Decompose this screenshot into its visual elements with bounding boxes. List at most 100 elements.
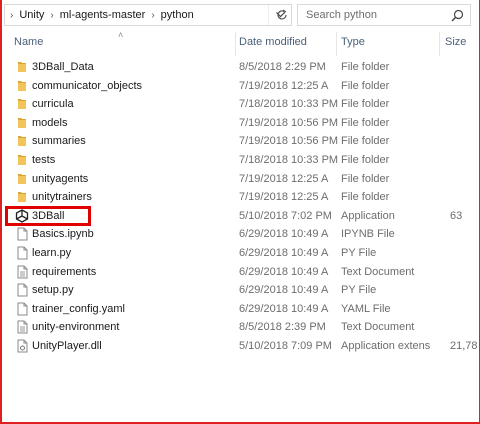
file-name: unitytrainers (32, 191, 92, 204)
text-file-icon (15, 320, 29, 334)
folder-icon (15, 134, 29, 148)
column-divider[interactable] (235, 32, 236, 56)
file-date-modified: 7/19/2018 10:56 PM (239, 116, 339, 129)
address-bar[interactable]: › Unity › ml-agents-master › python (4, 4, 292, 26)
file-date-modified: 7/19/2018 12:25 A (239, 79, 329, 92)
file-row[interactable]: learn.py 6/29/2018 10:49 A PY File (0, 244, 480, 263)
file-name: requirements (32, 265, 97, 278)
file-row[interactable]: 3DBall_Data 8/5/2018 2:29 PM File folder (0, 58, 480, 77)
chevron-right-icon[interactable]: › (44, 10, 59, 21)
file-row[interactable]: UnityPlayer.dll 5/10/2018 7:09 PM Applicat… (0, 337, 480, 356)
dll-file-icon (15, 339, 29, 353)
file-type: File folder (341, 79, 390, 92)
breadcrumb-item-python[interactable]: python (161, 9, 194, 21)
folder-icon (15, 116, 29, 130)
search-input[interactable] (304, 8, 448, 22)
file-date-modified: 6/29/2018 10:49 A (239, 246, 329, 259)
search-box[interactable] (297, 4, 471, 26)
file-row[interactable]: summaries 7/19/2018 10:56 PM File folder (0, 132, 480, 151)
breadcrumb: Unity › ml-agents-master › python (13, 5, 193, 25)
file-name: setup.py (32, 284, 74, 297)
file-name: unity-environment (32, 321, 120, 334)
file-date-modified: 6/29/2018 10:49 A (239, 228, 329, 241)
file-date-modified: 8/5/2018 2:29 PM (239, 61, 326, 73)
file-type: YAML File (341, 302, 391, 315)
sort-ascending-icon: ˄ (118, 30, 124, 40)
breadcrumb-item-unity[interactable]: Unity (13, 9, 44, 21)
file-date-modified: 6/29/2018 10:49 A (239, 265, 329, 278)
file-name: unityagents (32, 172, 89, 185)
column-header-row: ˄ Name Date modified Type Size (0, 30, 480, 58)
search-icon[interactable] (451, 9, 464, 25)
file-type: File folder (341, 191, 390, 204)
file-name: trainer_config.yaml (32, 302, 125, 315)
text-file-icon (15, 265, 29, 279)
file-date-modified: 7/18/2018 10:33 PM (239, 98, 339, 111)
file-type: File folder (341, 153, 390, 166)
column-divider[interactable] (336, 32, 337, 56)
file-date-modified: 6/29/2018 10:49 A (239, 302, 329, 315)
chevron-right-icon[interactable]: › (5, 10, 13, 21)
file-name: summaries (32, 135, 86, 148)
file-row[interactable]: 3DBall 5/10/2018 7:02 PM Application 63 (0, 207, 480, 226)
file-date-modified: 7/19/2018 12:25 A (239, 172, 329, 185)
file-date-modified: 7/19/2018 10:56 PM (239, 135, 339, 148)
file-size: 21,78 (450, 339, 478, 352)
breadcrumb-item-ml-agents-master[interactable]: ml-agents-master (60, 9, 146, 21)
file-date-modified: 8/5/2018 2:39 PM (239, 321, 326, 334)
file-type: Application (341, 209, 395, 222)
file-date-modified: 6/29/2018 10:49 A (239, 284, 329, 297)
file-date-modified: 7/18/2018 10:33 PM (239, 153, 339, 166)
file-size: 63 (450, 209, 463, 222)
file-row[interactable]: trainer_config.yaml 6/29/2018 10:49 A YAML… (0, 300, 480, 319)
column-header-name[interactable]: Name (14, 36, 43, 48)
column-header-type[interactable]: Type (341, 36, 365, 48)
file-date-modified: 7/19/2018 12:25 A (239, 191, 329, 204)
refresh-icon[interactable] (272, 4, 292, 26)
file-row[interactable]: unity-environment 8/5/2018 2:39 PM Text Do… (0, 318, 480, 337)
file-row[interactable]: tests 7/18/2018 10:33 PM File folder (0, 151, 480, 170)
file-icon (15, 283, 29, 297)
file-type: File folder (341, 116, 390, 129)
column-header-size[interactable]: Size (445, 36, 466, 48)
file-icon (15, 246, 29, 260)
file-name: 3DBall (32, 209, 65, 222)
file-icon (15, 227, 29, 241)
file-row[interactable]: unityagents 7/19/2018 12:25 A File folder (0, 170, 480, 189)
chevron-right-icon[interactable]: › (145, 10, 160, 21)
folder-icon (15, 172, 29, 186)
file-name: Basics.ipynb (32, 228, 94, 241)
folder-icon (15, 190, 29, 204)
file-type: Application extens (341, 339, 431, 352)
file-name: tests (32, 153, 56, 166)
file-row[interactable]: Basics.ipynb 6/29/2018 10:49 A IPYNB File (0, 225, 480, 244)
file-row[interactable]: models 7/19/2018 10:56 PM File folder (0, 114, 480, 133)
file-row[interactable]: setup.py 6/29/2018 10:49 A PY File (0, 281, 480, 300)
file-name: UnityPlayer.dll (32, 339, 102, 352)
file-type: File folder (341, 135, 390, 148)
file-name: curricula (32, 98, 74, 111)
unity-app-icon (15, 209, 29, 223)
folder-icon (15, 97, 29, 111)
file-type: IPYNB File (341, 228, 395, 241)
column-divider[interactable] (439, 32, 440, 56)
file-date-modified: 5/10/2018 7:02 PM (239, 209, 332, 222)
file-icon (15, 302, 29, 316)
file-row[interactable]: curricula 7/18/2018 10:33 PM File folder (0, 95, 480, 114)
file-name: 3DBall_Data (32, 61, 94, 73)
file-type: File folder (341, 61, 390, 73)
file-name: models (32, 116, 68, 129)
file-row[interactable]: requirements 6/29/2018 10:49 A Text Docume… (0, 263, 480, 282)
file-list: 3DBall_Data 8/5/2018 2:29 PM File folder co… (0, 58, 480, 356)
file-type: PY File (341, 246, 377, 259)
column-header-date[interactable]: Date modified (239, 36, 307, 48)
file-row[interactable]: unitytrainers 7/19/2018 12:25 A File folde… (0, 188, 480, 207)
folder-icon (15, 153, 29, 167)
file-type: File folder (341, 98, 390, 111)
file-type: File folder (341, 172, 390, 185)
file-type: Text Document (341, 321, 415, 334)
file-name: learn.py (32, 246, 72, 259)
file-type: PY File (341, 284, 377, 297)
folder-icon (15, 60, 29, 74)
file-row[interactable]: communicator_objects 7/19/2018 12:25 A Fil… (0, 77, 480, 96)
